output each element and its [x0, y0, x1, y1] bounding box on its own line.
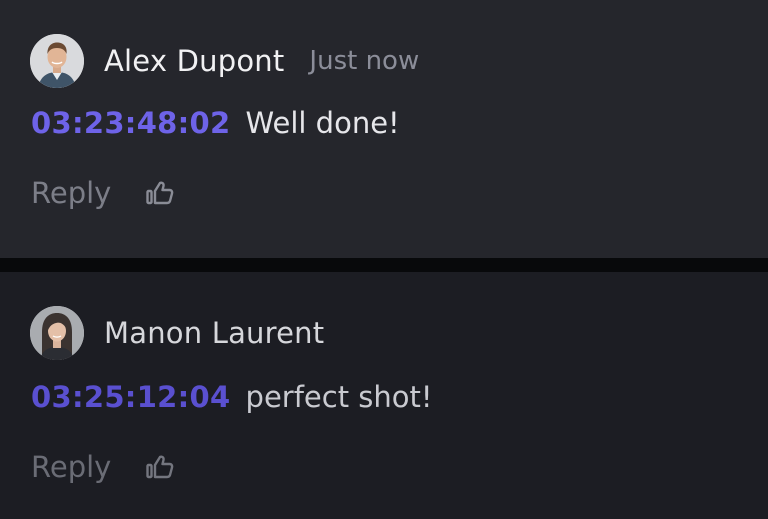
male-avatar-icon: [30, 34, 84, 88]
avatar[interactable]: [30, 34, 84, 88]
comment-divider: [0, 258, 768, 272]
comment-actions: Reply: [31, 176, 175, 210]
reply-button[interactable]: Reply: [31, 176, 111, 210]
thumbs-up-icon: [146, 455, 174, 479]
comment-item: Alex Dupont Just now 03:23:48:02 Well do…: [0, 0, 768, 258]
comment-text: perfect shot!: [245, 380, 433, 414]
timecode-link[interactable]: 03:25:12:04: [31, 380, 231, 414]
avatar[interactable]: [30, 306, 84, 360]
female-avatar-icon: [30, 306, 84, 360]
timecode-link[interactable]: 03:23:48:02: [31, 106, 231, 140]
thumbs-up-icon: [146, 181, 174, 205]
comment-header: Alex Dupont Just now: [30, 34, 419, 88]
like-button[interactable]: [145, 452, 175, 482]
comment-text: Well done!: [245, 106, 400, 140]
like-button[interactable]: [145, 178, 175, 208]
author-name[interactable]: Alex Dupont: [104, 44, 284, 78]
comment-body: 03:23:48:02 Well done!: [31, 106, 400, 140]
reply-button[interactable]: Reply: [31, 450, 111, 484]
comment-item: Manon Laurent 03:25:12:04 perfect shot! …: [0, 272, 768, 519]
comment-header: Manon Laurent: [30, 306, 324, 360]
comment-actions: Reply: [31, 450, 175, 484]
comment-body: 03:25:12:04 perfect shot!: [31, 380, 433, 414]
comment-time: Just now: [309, 46, 420, 76]
author-name[interactable]: Manon Laurent: [104, 316, 324, 350]
comment-feed: Alex Dupont Just now 03:23:48:02 Well do…: [0, 0, 768, 519]
